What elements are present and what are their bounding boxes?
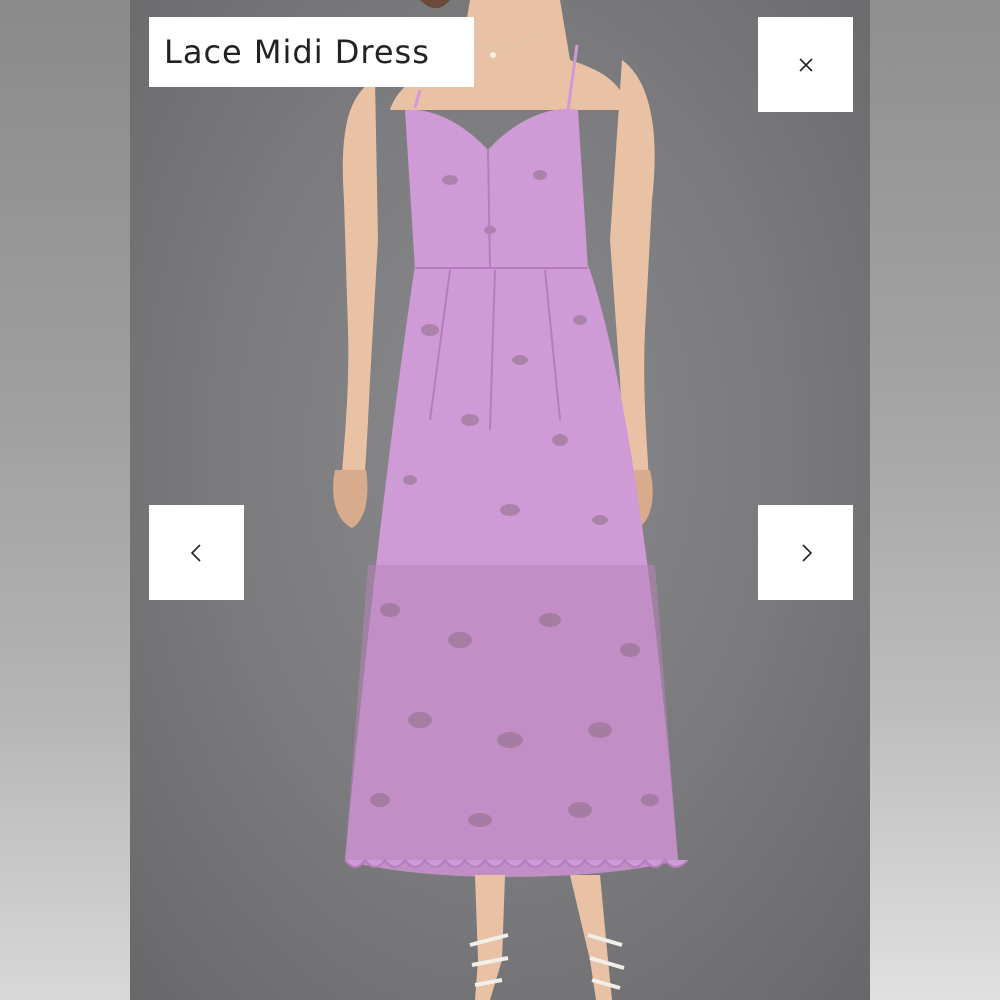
background-left <box>0 0 130 1000</box>
title-card: Lace Midi Dress <box>149 17 474 87</box>
product-photo <box>130 0 870 1000</box>
product-title: Lace Midi Dress <box>164 33 430 71</box>
dress-illustration <box>333 0 689 1000</box>
close-icon <box>798 57 813 72</box>
next-image-button[interactable] <box>758 505 853 600</box>
background-right <box>870 0 1000 1000</box>
chevron-right-icon <box>801 543 812 562</box>
image-viewer: Lace Midi Dress <box>0 0 1000 1000</box>
close-button[interactable] <box>758 17 853 112</box>
previous-image-button[interactable] <box>149 505 244 600</box>
chevron-left-icon <box>190 543 201 562</box>
